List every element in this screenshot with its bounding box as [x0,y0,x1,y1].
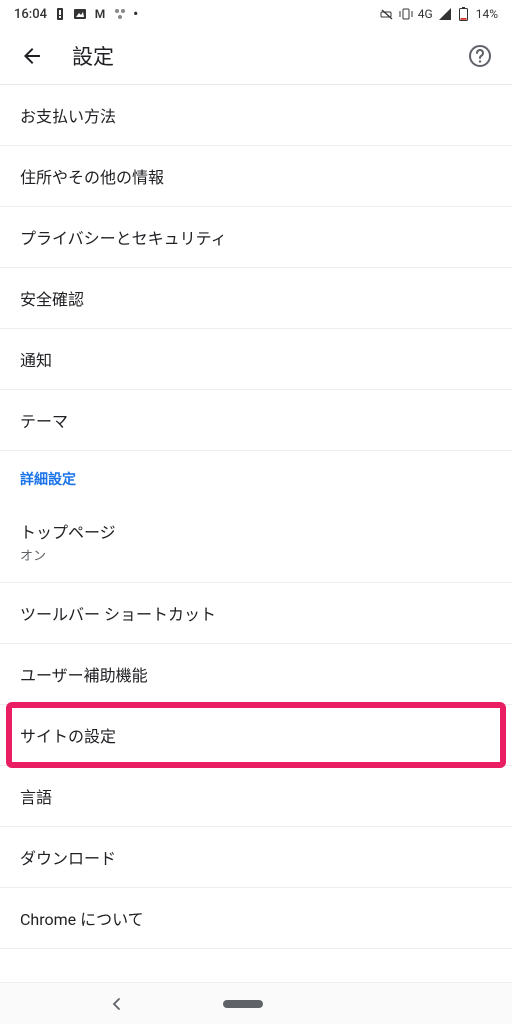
status-bar: 16:04 M • 4G 14% [0,0,512,28]
nav-home-pill[interactable] [223,1000,263,1008]
status-left: 16:04 M • [14,6,138,22]
network-label: 4G [418,7,433,21]
row-label: 言語 [20,784,492,808]
settings-row-accessibility[interactable]: ユーザー補助機能 [0,644,512,705]
settings-row-toolbar-shortcut[interactable]: ツールバー ショートカット [0,583,512,644]
settings-list: お支払い方法 住所やその他の情報 プライバシーとセキュリティ 安全確認 通知 テ… [0,84,512,949]
system-nav-bar [0,982,512,1024]
alert-icon [53,7,67,21]
row-label: トップページ [20,519,492,543]
page-title: 設定 [72,41,460,71]
status-time: 16:04 [14,7,47,22]
gmail-icon: M [93,7,107,21]
vibrate-icon [399,7,413,21]
row-label: テーマ [20,408,492,432]
row-label: ツールバー ショートカット [20,601,492,625]
settings-row-notifications[interactable]: 通知 [0,329,512,390]
row-label: ユーザー補助機能 [20,662,492,686]
share-icon [113,7,127,21]
settings-row-payment[interactable]: お支払い方法 [0,85,512,146]
status-right: 4G 14% [380,7,498,21]
row-label: サイトの設定 [20,723,492,747]
settings-row-address[interactable]: 住所やその他の情報 [0,146,512,207]
row-label: 通知 [20,347,492,371]
back-button[interactable] [12,36,52,76]
settings-row-privacy[interactable]: プライバシーとセキュリティ [0,207,512,268]
app-bar: 設定 [0,28,512,84]
settings-row-homepage[interactable]: トップページ オン [0,501,512,583]
settings-row-download[interactable]: ダウンロード [0,827,512,888]
settings-row-about-chrome[interactable]: Chrome について [0,888,512,949]
row-label: お支払い方法 [20,103,492,127]
battery-icon [457,7,471,21]
more-icon: • [133,6,138,22]
dnd-icon [380,7,394,21]
settings-row-site-settings[interactable]: サイトの設定 [0,705,512,766]
settings-row-safetycheck[interactable]: 安全確認 [0,268,512,329]
row-label: Chrome について [20,906,492,930]
signal-icon [438,7,452,21]
row-label: 安全確認 [20,286,492,310]
help-button[interactable] [460,36,500,76]
settings-row-theme[interactable]: テーマ [0,390,512,451]
row-sublabel: オン [20,545,492,564]
row-label: 住所やその他の情報 [20,164,492,188]
nav-back-button[interactable] [110,997,124,1011]
settings-row-language[interactable]: 言語 [0,766,512,827]
row-label: プライバシーとセキュリティ [20,225,492,249]
row-label: ダウンロード [20,845,492,869]
battery-label: 14% [476,7,498,21]
image-icon [73,7,87,21]
section-header-advanced: 詳細設定 [0,451,512,501]
